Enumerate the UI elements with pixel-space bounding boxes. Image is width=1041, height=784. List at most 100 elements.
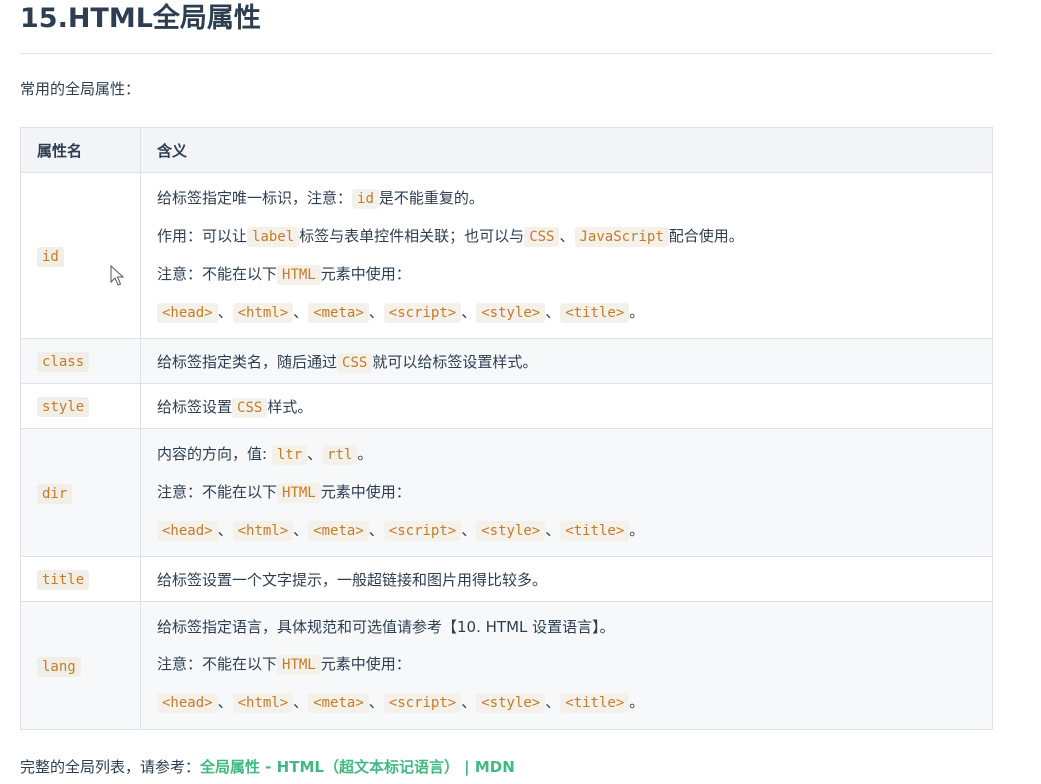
attr-name-cell: class: [20, 338, 141, 384]
text: 作用：可以让: [157, 226, 248, 245]
footer-reference: 完整的全局列表，请参考：全局属性 - HTML（超文本标记语言） | MDN: [20, 755, 515, 779]
meaning-line: 内容的方向，值: ltr、 rtl。: [157, 436, 976, 474]
attr-name: dir: [37, 483, 73, 504]
table-row-style: style 给标签设置 CSS 样式。: [20, 383, 993, 429]
attr-name: lang: [37, 656, 81, 677]
inline-code: HTML: [277, 264, 321, 285]
separator: 、: [307, 444, 323, 463]
restricted-elements-list: <head>、 <html>、 <meta>、 <script>、 <style>、 <t…: [157, 294, 976, 332]
text: 给标签设置: [157, 397, 233, 416]
header-meaning: 含义: [140, 127, 993, 173]
text: 注意：不能在以下: [157, 655, 278, 673]
text: 给标签指定语言，具体规范和可选值请参考【10. HTML 设置语言】。: [157, 618, 615, 636]
inline-code: <title>: [560, 520, 630, 541]
separator: 、: [293, 302, 309, 321]
header-attribute-name: 属性名: [20, 127, 141, 173]
text: 元素中使用：: [320, 655, 411, 673]
separator: 、: [368, 302, 384, 321]
inline-code: <title>: [560, 302, 630, 323]
restricted-elements-list: <head>、 <html>、 <meta>、 <script>、 <style>、 <t…: [157, 512, 976, 550]
separator: 、: [217, 520, 233, 539]
attr-meaning-cell: 给标签指定类名，随后通过 CSS 就可以给标签设置样式。: [140, 338, 993, 384]
terminator: 。: [629, 302, 645, 321]
inline-code: label: [247, 226, 300, 247]
attr-meaning-cell: 给标签设置一个文字提示，一般超链接和图片用得比较多。: [140, 556, 993, 602]
inline-code: <style>: [476, 693, 546, 713]
attr-name-cell: title: [20, 556, 141, 602]
mdn-global-attributes-link[interactable]: 全局属性 - HTML（超文本标记语言） | MDN: [200, 758, 515, 776]
inline-code: <script>: [383, 520, 462, 541]
attr-name-cell: dir: [20, 428, 141, 557]
text: 样式。: [267, 397, 313, 416]
mouse-pointer-icon: [110, 265, 124, 286]
separator: 、: [545, 520, 561, 539]
inline-code: <title>: [560, 693, 630, 713]
attr-name: id: [37, 246, 64, 267]
attr-meaning-cell: 给标签指定语言，具体规范和可选值请参考【10. HTML 设置语言】。 注意：不…: [140, 601, 993, 730]
inline-code: HTML: [277, 655, 321, 675]
text: 注意：不能在以下: [157, 264, 278, 283]
separator: 、: [545, 693, 561, 711]
inline-code: <style>: [476, 302, 546, 323]
attr-meaning-cell: 给标签设置 CSS 样式。: [140, 383, 993, 429]
inline-code: <meta>: [308, 302, 369, 323]
inline-code: <script>: [383, 302, 462, 323]
inline-code: <meta>: [308, 693, 369, 713]
text: 注意：不能在以下: [157, 482, 278, 501]
text: 元素中使用：: [320, 264, 411, 283]
attr-meaning-cell: 给标签指定唯一标识，注意： id 是不能重复的。 作用：可以让 label 标签与表单控…: [140, 172, 993, 339]
attr-name-cell: style: [20, 383, 141, 429]
terminator: 。: [629, 520, 645, 539]
meaning-line: 注意：不能在以下 HTML 元素中使用：: [157, 646, 976, 684]
inline-code: <html>: [232, 693, 294, 713]
inline-code: CSS: [232, 397, 268, 418]
inline-code: <head>: [157, 302, 218, 323]
attr-name: class: [37, 352, 90, 372]
intro-text: 常用的全局属性：: [20, 80, 141, 98]
table-row-title: title 给标签设置一个文字提示，一般超链接和图片用得比较多。: [20, 556, 993, 602]
separator: 、: [461, 302, 477, 321]
meaning-line: 给标签指定语言，具体规范和可选值请参考【10. HTML 设置语言】。: [157, 609, 976, 646]
table-row-dir: dir 内容的方向，值: ltr、 rtl。 注意：不能在以下 HTML 元素中使用：…: [20, 428, 993, 557]
separator: 、: [461, 693, 477, 711]
inline-code: <meta>: [308, 520, 369, 541]
separator: 、: [545, 302, 561, 321]
inline-code: id: [352, 188, 379, 209]
separator: 、: [217, 693, 233, 711]
separator: 、: [217, 302, 233, 321]
separator: 、: [293, 520, 309, 539]
attr-name-cell: id: [20, 172, 141, 339]
footer-prefix: 完整的全局列表，请参考：: [20, 758, 201, 776]
inline-code: <head>: [157, 693, 218, 713]
table-row-class: class 给标签指定类名，随后通过 CSS 就可以给标签设置样式。: [20, 338, 993, 384]
table-row-lang: lang 给标签指定语言，具体规范和可选值请参考【10. HTML 设置语言】。…: [20, 601, 993, 730]
inline-code: rtl: [322, 444, 358, 465]
separator: 、: [461, 520, 477, 539]
title-divider: [20, 53, 993, 54]
inline-code: CSS: [337, 352, 373, 373]
attr-name: style: [37, 397, 90, 417]
text: 就可以给标签设置样式。: [372, 352, 538, 371]
inline-code: <script>: [383, 693, 462, 713]
terminator: 。: [629, 693, 645, 711]
text: 配合使用。: [668, 226, 744, 245]
attr-name: title: [37, 570, 90, 590]
restricted-elements-list: <head>、 <html>、 <meta>、 <script>、 <style>、 <t…: [157, 684, 976, 722]
separator: 、: [293, 693, 309, 711]
separator: 、: [368, 693, 384, 711]
global-attributes-table: 属性名 含义 id 给标签指定唯一标识，注意： id 是不能重复的。 作用：可以让 l…: [20, 127, 993, 730]
text: 给标签设置一个文字提示，一般超链接和图片用得比较多。: [157, 570, 548, 589]
meaning-line: 作用：可以让 label 标签与表单控件相关联；也可以与 CSS、 JavaScript…: [157, 218, 976, 256]
inline-code: ltr: [271, 444, 308, 465]
text: 标签与表单控件相关联；也可以与: [299, 226, 525, 245]
text: 给标签指定唯一标识，注意：: [157, 188, 353, 207]
meaning-line: 注意：不能在以下 HTML 元素中使用：: [157, 256, 976, 294]
inline-code: <html>: [232, 520, 294, 541]
inline-code: <head>: [157, 520, 218, 541]
inline-code: <style>: [476, 520, 546, 541]
inline-code: CSS: [524, 226, 560, 247]
attr-name-cell: lang: [20, 601, 141, 730]
text: 、: [559, 226, 575, 245]
terminator: 。: [357, 444, 373, 463]
inline-code: JavaScript: [574, 226, 669, 247]
